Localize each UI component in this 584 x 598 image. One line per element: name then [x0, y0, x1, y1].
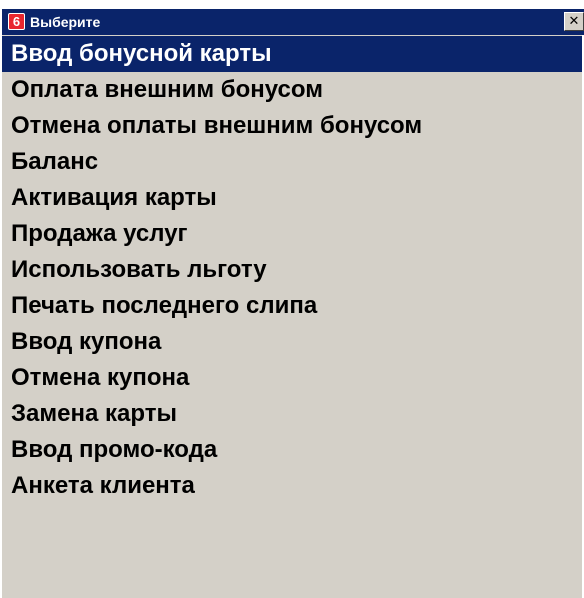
close-button[interactable]: ✕ [564, 12, 584, 31]
list-item-balance[interactable]: Баланс [2, 144, 582, 180]
list-item-cancel-external-bonus-payment[interactable]: Отмена оплаты внешним бонусом [2, 108, 582, 144]
list-item-promo-code-entry[interactable]: Ввод промо-кода [2, 432, 582, 468]
list-item-use-benefit[interactable]: Использовать льготу [2, 252, 582, 288]
app-icon: 6 [8, 13, 25, 30]
list-item-print-last-slip[interactable]: Печать последнего слипа [2, 288, 582, 324]
options-list: Ввод бонусной карты Оплата внешним бонус… [2, 36, 582, 504]
title-bar: 6 Выберите ✕ [2, 9, 584, 35]
list-item-client-survey[interactable]: Анкета клиента [2, 468, 582, 504]
list-item-external-bonus-payment[interactable]: Оплата внешним бонусом [2, 72, 582, 108]
close-icon: ✕ [568, 14, 580, 29]
list-item-bonus-card-entry[interactable]: Ввод бонусной карты [2, 36, 582, 72]
list-item-card-activation[interactable]: Активация карты [2, 180, 582, 216]
window-title: Выберите [30, 14, 101, 30]
list-item-card-replacement[interactable]: Замена карты [2, 396, 582, 432]
list-item-coupon-entry[interactable]: Ввод купона [2, 324, 582, 360]
list-item-service-sale[interactable]: Продажа услуг [2, 216, 582, 252]
list-item-cancel-coupon[interactable]: Отмена купона [2, 360, 582, 396]
select-dialog: 6 Выберите ✕ Ввод бонусной карты Оплата … [0, 9, 584, 598]
